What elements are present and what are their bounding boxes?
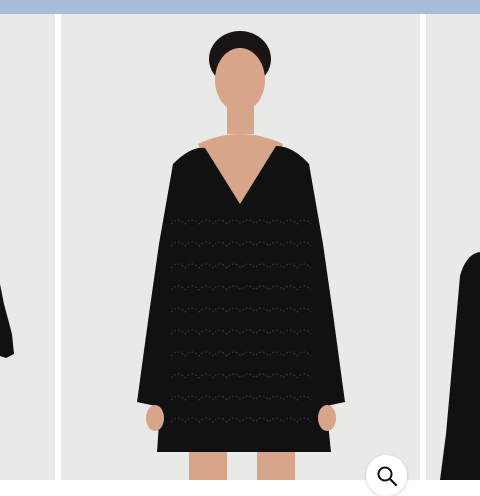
product-image-gallery[interactable] — [0, 14, 480, 496]
magnifier-icon — [377, 466, 397, 486]
gallery-slide-next[interactable] — [426, 14, 480, 480]
top-banner-strip — [0, 0, 480, 14]
zoom-button[interactable] — [366, 455, 407, 496]
previous-product-photo — [0, 14, 55, 480]
product-photo-model — [61, 14, 420, 480]
next-product-photo — [426, 14, 480, 480]
gallery-slide-current[interactable] — [61, 14, 420, 480]
gallery-slide-previous[interactable] — [0, 14, 55, 480]
